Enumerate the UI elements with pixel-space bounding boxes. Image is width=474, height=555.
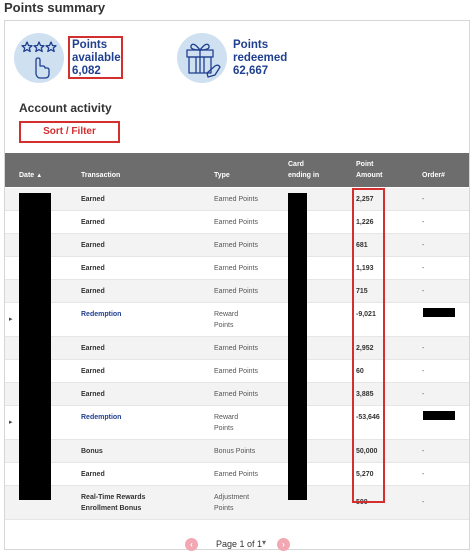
account-activity-heading: Account activity — [19, 101, 112, 115]
table-row: Real-Time Rewards Enrollment Bonus Adjustm… — [5, 486, 469, 520]
table-row: Earned Earned Points 2,257- — [5, 188, 469, 211]
type-cell: Earned Points — [214, 219, 258, 226]
table-row: Earned Earned Points 60- — [5, 360, 469, 383]
col-type: Type — [214, 172, 230, 179]
transaction-cell: Real-Time Rewards — [81, 494, 146, 501]
type-cell: Earned Points — [214, 345, 258, 352]
order-cell: - — [422, 288, 425, 295]
page-indicator: Page 1 of 1 — [216, 539, 263, 549]
type-cell: Bonus Points — [214, 448, 256, 455]
col-card-1: Card — [288, 161, 304, 168]
type-cell: Points — [214, 505, 234, 512]
order-cell: - — [422, 265, 425, 272]
type-cell: Earned Points — [214, 288, 258, 295]
table-row: Earned Earned Points 715- — [5, 280, 469, 303]
order-cell: - — [422, 242, 425, 249]
points-available-label-2: available — [72, 52, 121, 64]
table-header: Date ▲ Transaction Type Card ending in Po… — [5, 153, 469, 187]
table-row: Earned Earned Points 1,226- — [5, 211, 469, 234]
table-row[interactable]: ▸ Redemption Reward Points -9,021 — [5, 303, 469, 337]
transaction-cell: Earned — [81, 219, 105, 226]
type-cell: Earned Points — [214, 265, 258, 272]
type-cell: Earned Points — [214, 368, 258, 375]
transaction-cell: Bonus — [81, 448, 103, 455]
order-cell: - — [422, 499, 425, 506]
type-cell: Adjustment — [214, 494, 250, 501]
expand-row-icon[interactable]: ▸ — [9, 418, 13, 426]
col-date[interactable]: Date ▲ — [19, 171, 42, 181]
expand-row-icon[interactable]: ▸ — [9, 315, 13, 323]
transaction-cell: Earned — [81, 196, 105, 203]
redacted-order-1 — [423, 308, 455, 317]
gift-hand-icon — [177, 33, 227, 83]
points-redeemed-label-2: redeemed — [233, 52, 288, 64]
col-transaction: Transaction — [81, 172, 121, 179]
table-row[interactable]: ▸ Redemption Reward Points -53,646 — [5, 406, 469, 440]
transaction-cell: Earned — [81, 471, 105, 478]
table-row: Earned Earned Points 3,885- — [5, 383, 469, 406]
type-cell: Reward — [214, 311, 239, 318]
redacted-order-2 — [423, 411, 455, 420]
redacted-cards — [288, 193, 307, 500]
page-title: Points summary — [4, 0, 106, 15]
chevron-down-icon[interactable]: ▾ — [262, 538, 266, 547]
order-cell: - — [422, 391, 425, 398]
transaction-cell[interactable]: Redemption — [81, 413, 121, 423]
transaction-cell: Earned — [81, 368, 105, 375]
type-cell: Earned Points — [214, 242, 258, 249]
order-cell: - — [422, 345, 425, 352]
transaction-cell[interactable]: Redemption — [81, 310, 121, 320]
transaction-cell: Earned — [81, 242, 105, 249]
transaction-cell: Earned — [81, 391, 105, 398]
order-cell: - — [422, 471, 425, 478]
type-cell: Points — [214, 425, 234, 432]
points-available-value: 6,082 — [72, 65, 101, 77]
order-cell: - — [422, 219, 425, 226]
type-cell: Points — [214, 322, 234, 329]
transaction-cell: Earned — [81, 288, 105, 295]
table-row: Bonus Bonus Points 50,000- — [5, 440, 469, 463]
table-row: Earned Earned Points 681- — [5, 234, 469, 257]
transaction-cell: Earned — [81, 265, 105, 272]
col-amount-1: Point — [356, 161, 374, 168]
chevron-right-icon[interactable]: › — [277, 538, 290, 551]
order-cell: - — [422, 448, 425, 455]
transaction-cell: Earned — [81, 345, 105, 352]
col-amount-2: Amount — [356, 172, 383, 179]
order-cell: - — [422, 368, 425, 375]
order-cell: - — [422, 196, 425, 203]
pagination: ‹ Page 1 of 1 ▾ › — [185, 537, 295, 553]
sort-up-icon: ▲ — [36, 173, 43, 179]
redacted-dates — [19, 193, 51, 500]
col-order: Order# — [422, 172, 445, 179]
col-card-2: ending in — [288, 172, 320, 179]
points-redeemed-value: 62,667 — [233, 65, 269, 77]
col-date-label: Date — [19, 172, 35, 179]
stars-hand-icon — [14, 33, 64, 83]
points-available-label-1: Points — [72, 39, 108, 51]
type-cell: Earned Points — [214, 471, 258, 478]
points-redeemed-label-1: Points — [233, 39, 269, 51]
type-cell: Earned Points — [214, 391, 258, 398]
transaction-cell: Enrollment Bonus — [81, 505, 142, 512]
type-cell: Reward — [214, 414, 239, 421]
table-row: Earned Earned Points 2,952- — [5, 337, 469, 360]
table-row: Earned Earned Points 1,193- — [5, 257, 469, 280]
point-amount-highlight — [352, 188, 385, 503]
table-row: Earned Earned Points 5,270- — [5, 463, 469, 486]
type-cell: Earned Points — [214, 196, 258, 203]
sort-filter-button[interactable]: Sort / Filter — [19, 121, 120, 143]
chevron-left-icon[interactable]: ‹ — [185, 538, 198, 551]
